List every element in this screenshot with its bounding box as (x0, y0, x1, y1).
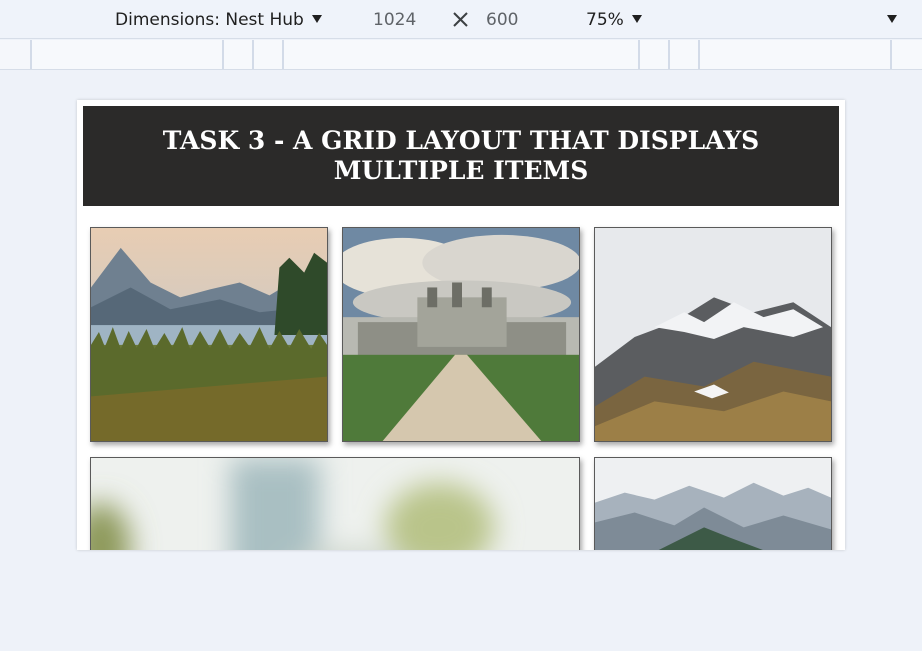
caret-down-icon (631, 15, 642, 23)
page-header: TASK 3 - A GRID LAYOUT THAT DISPLAYS MUL… (83, 106, 839, 206)
media-query-bar[interactable] (282, 40, 640, 69)
page-title: TASK 3 - A GRID LAYOUT THAT DISPLAYS MUL… (162, 126, 760, 185)
device-select[interactable]: Dimensions: Nest Hub (115, 9, 322, 31)
device-viewport: TASK 3 - A GRID LAYOUT THAT DISPLAYS MUL… (77, 100, 845, 550)
lake-reeds-photo (91, 228, 327, 441)
media-query-bar[interactable] (698, 40, 892, 69)
caret-down-icon (311, 15, 322, 23)
gallery-item[interactable] (594, 227, 832, 442)
media-query-bar[interactable] (252, 40, 284, 69)
media-query-bar[interactable] (668, 40, 700, 69)
media-query-bar[interactable] (222, 40, 254, 69)
mountain-range-photo (595, 458, 831, 550)
gallery-item[interactable] (90, 457, 580, 550)
times-icon (453, 12, 468, 27)
castle-avenue-photo (343, 228, 579, 441)
media-query-ruler (0, 40, 922, 70)
zoom-select[interactable]: 75% (586, 9, 642, 31)
caret-down-icon (887, 15, 897, 23)
blurred-wide-photo (91, 458, 579, 550)
device-toolbar: Dimensions: Nest Hub 75% (0, 0, 922, 39)
gallery-item[interactable] (90, 227, 328, 442)
gallery-item[interactable] (594, 457, 832, 550)
zoom-label: 75% (586, 10, 624, 30)
width-input[interactable] (373, 7, 437, 33)
more-options-button[interactable] (887, 9, 897, 31)
media-query-bar[interactable] (890, 40, 922, 69)
gallery-item[interactable] (342, 227, 580, 442)
device-label: Dimensions: Nest Hub (115, 10, 304, 30)
height-input[interactable] (486, 7, 550, 33)
media-query-bar[interactable] (30, 40, 224, 69)
media-query-bar[interactable] (638, 40, 670, 69)
snowy-mountain-photo (595, 228, 831, 441)
